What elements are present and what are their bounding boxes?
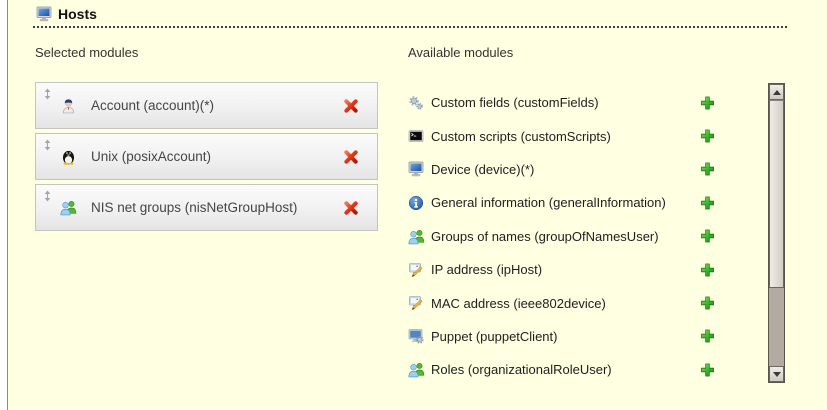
add-icon[interactable] — [700, 362, 715, 377]
available-module-label: General information (generalInformation) — [431, 195, 666, 210]
move-icon[interactable] — [43, 139, 52, 151]
monitor-edit-icon — [408, 295, 424, 311]
terminal-icon — [408, 128, 424, 144]
available-module-label: Puppet (puppetClient) — [431, 329, 557, 344]
add-icon[interactable] — [700, 129, 715, 144]
available-module-row: IP address (ipHost) — [408, 253, 738, 286]
add-icon[interactable] — [700, 296, 715, 311]
available-module-label: IP address (ipHost) — [431, 262, 542, 277]
add-icon[interactable] — [700, 95, 715, 110]
page: Hosts Selected modules Available modules… — [0, 0, 827, 410]
available-modules-list: Custom fields (customFields) Custom scrip… — [408, 86, 738, 387]
available-module-label: Roles (organizationalRoleUser) — [431, 362, 612, 377]
add-icon[interactable] — [700, 162, 715, 177]
selected-module-card[interactable]: NIS net groups (nisNetGroupHost) — [35, 184, 378, 231]
selected-module-label: Unix (posixAccount) — [91, 149, 211, 164]
triangle-up-icon — [773, 90, 781, 95]
move-icon[interactable] — [43, 88, 52, 100]
available-module-row: Custom scripts (customScripts) — [408, 119, 738, 152]
available-module-row: General information (generalInformation) — [408, 186, 738, 219]
group-icon — [408, 361, 424, 378]
available-module-label: Groups of names (groupOfNamesUser) — [431, 229, 659, 244]
selected-module-label: NIS net groups (nisNetGroupHost) — [91, 200, 297, 215]
header-divider — [33, 10, 787, 28]
available-module-row: Puppet (puppetClient) — [408, 320, 738, 353]
available-modules-label: Available modules — [408, 45, 513, 60]
group-icon — [408, 228, 424, 245]
available-module-label: Custom scripts (customScripts) — [431, 129, 611, 144]
monitor-edit-icon — [408, 262, 424, 278]
selected-modules-label: Selected modules — [35, 45, 138, 60]
available-module-label: MAC address (ieee802device) — [431, 296, 606, 311]
monitor-gear-icon — [408, 328, 424, 344]
group-icon — [60, 199, 78, 216]
available-module-label: Custom fields (customFields) — [431, 95, 599, 110]
scrollbar-thumb[interactable] — [769, 100, 784, 288]
scrollbar-up-button[interactable] — [769, 84, 784, 100]
delete-icon[interactable] — [343, 149, 359, 164]
available-module-row: Groups of names (groupOfNamesUser) — [408, 220, 738, 253]
available-modules-scrollbar[interactable] — [768, 83, 785, 383]
available-module-label: Device (device)(*) — [431, 162, 534, 177]
available-module-row: Roles (organizationalRoleUser) — [408, 353, 738, 386]
add-icon[interactable] — [700, 229, 715, 244]
available-module-row: Custom fields (customFields) — [408, 86, 738, 119]
delete-icon[interactable] — [343, 98, 359, 113]
tux-icon — [60, 148, 78, 165]
account-icon — [60, 97, 78, 114]
add-icon[interactable] — [700, 262, 715, 277]
triangle-down-icon — [773, 372, 781, 377]
hosts-panel: Hosts Selected modules Available modules… — [8, 0, 827, 410]
selected-module-label: Account (account)(*) — [91, 98, 214, 113]
move-icon[interactable] — [43, 190, 52, 202]
available-module-row: MAC address (ieee802device) — [408, 286, 738, 319]
info-icon — [408, 195, 424, 211]
available-module-row: Device (device)(*) — [408, 153, 738, 186]
add-icon[interactable] — [700, 329, 715, 344]
scrollbar-down-button[interactable] — [769, 366, 784, 382]
computer-icon — [408, 161, 424, 177]
selected-modules-list: Account (account)(*) Unix (posixAccount) N… — [35, 82, 378, 235]
selected-module-card[interactable]: Unix (posixAccount) — [35, 133, 378, 180]
add-icon[interactable] — [700, 195, 715, 210]
delete-icon[interactable] — [343, 200, 359, 215]
selected-module-card[interactable]: Account (account)(*) — [35, 82, 378, 129]
left-gutter — [0, 0, 8, 410]
gears-icon — [408, 95, 424, 111]
